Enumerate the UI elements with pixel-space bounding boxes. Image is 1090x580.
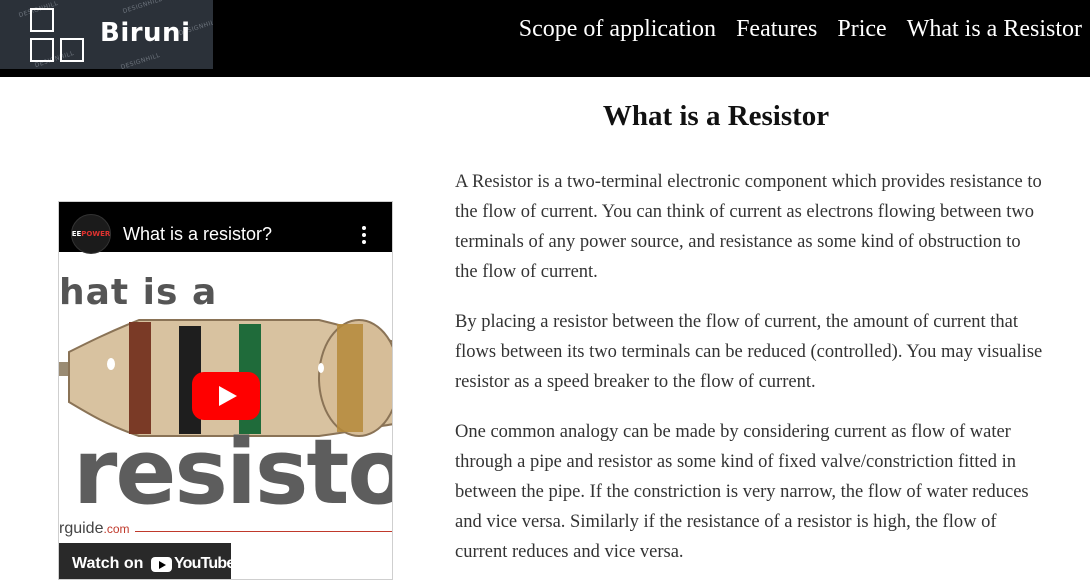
paragraph: A Resistor is a two-terminal electronic … [455, 172, 1042, 282]
watch-on-youtube-button[interactable]: Watch on YouTube [59, 543, 235, 579]
nav-what-is-a-resistor[interactable]: What is a Resistor [907, 16, 1082, 43]
play-button[interactable] [192, 372, 260, 420]
paragraph: One common analogy can be made by consid… [455, 422, 1029, 562]
logo-watermark: DESIGNHILL [119, 51, 162, 69]
thumbnail-caption-main: resistor [73, 420, 392, 525]
nav-price[interactable]: Price [837, 16, 886, 43]
thumbnail-caption-top: hat is a [59, 272, 218, 313]
logo-watermark: DESIGNHILL [121, 0, 164, 16]
logo-squares-icon [28, 8, 88, 64]
page-title: What is a Resistor [602, 100, 830, 132]
thumbnail-site-name: rguide [59, 520, 104, 537]
watch-on-label: Watch on [72, 555, 144, 572]
video-title[interactable]: What is a resistor? [123, 224, 272, 245]
nav-features[interactable]: Features [736, 16, 817, 43]
youtube-video-embed[interactable]: hat is a resistor rguide.com EEPOWER Wha… [58, 201, 393, 580]
paragraph: By placing a resistor between the flow o… [455, 312, 1043, 392]
site-header: DESIGNHILL DESIGNHILL DESIGNHILL DESIGNH… [0, 0, 1090, 77]
more-options-icon[interactable] [362, 226, 366, 246]
thumbnail-rule [135, 531, 392, 532]
thumbnail-site-suffix: .com [103, 522, 130, 536]
youtube-wordmark: YouTube [174, 555, 235, 572]
nav-scope-of-application[interactable]: Scope of application [519, 16, 716, 43]
article-body: A Resistor is a two-terminal electronic … [455, 167, 1045, 580]
channel-avatar-icon[interactable]: EE POWER [71, 214, 111, 254]
main-nav: Scope of application Features Price What… [519, 16, 1082, 43]
youtube-play-icon [151, 557, 172, 572]
thumbnail-site: rguide.com [59, 520, 130, 538]
logo-text: Biruni [100, 18, 191, 48]
brand-logo[interactable]: DESIGNHILL DESIGNHILL DESIGNHILL DESIGNH… [0, 0, 213, 69]
video-title-bar: EE POWER What is a resistor? [59, 202, 392, 254]
